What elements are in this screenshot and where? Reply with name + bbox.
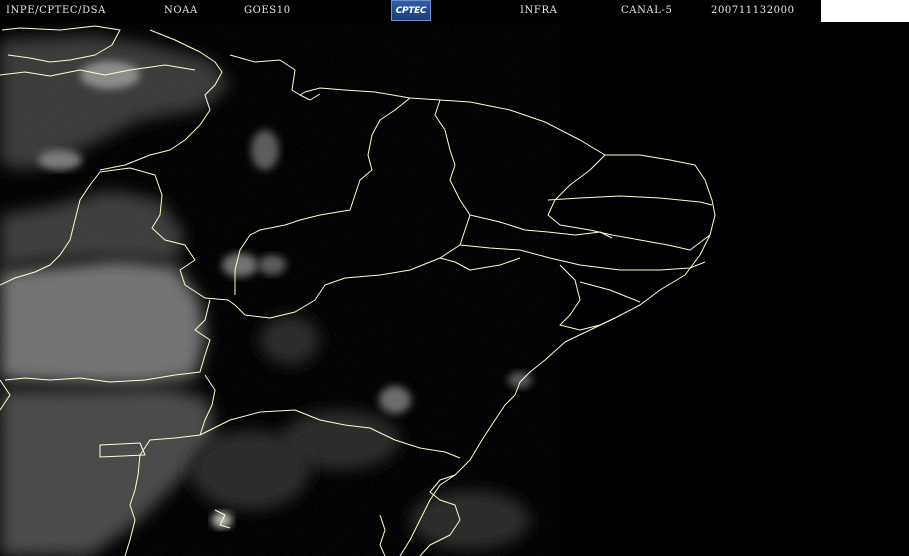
border-line: [559, 264, 616, 331]
border-line: [547, 195, 713, 206]
source-label: INPE/CPTEC/DSA: [6, 5, 106, 16]
logo-text: CPTEC: [395, 5, 427, 16]
cptec-logo: CPTEC: [391, 0, 431, 21]
band-label: INFRA: [520, 5, 558, 16]
satellite-label: GOES10: [244, 5, 291, 16]
cloud-texture: [0, 22, 560, 556]
satellite-map: [0, 22, 716, 556]
border-line: [579, 281, 641, 303]
blank-panel: [821, 0, 909, 22]
header-bar: INPE/CPTEC/DSA NOAA GOES10 CPTEC INFRA C…: [0, 0, 909, 22]
border-line: [547, 154, 711, 251]
timestamp-label: 200711132000: [711, 5, 795, 16]
agency-label: NOAA: [164, 5, 198, 16]
channel-label: CANAL-5: [621, 5, 673, 16]
